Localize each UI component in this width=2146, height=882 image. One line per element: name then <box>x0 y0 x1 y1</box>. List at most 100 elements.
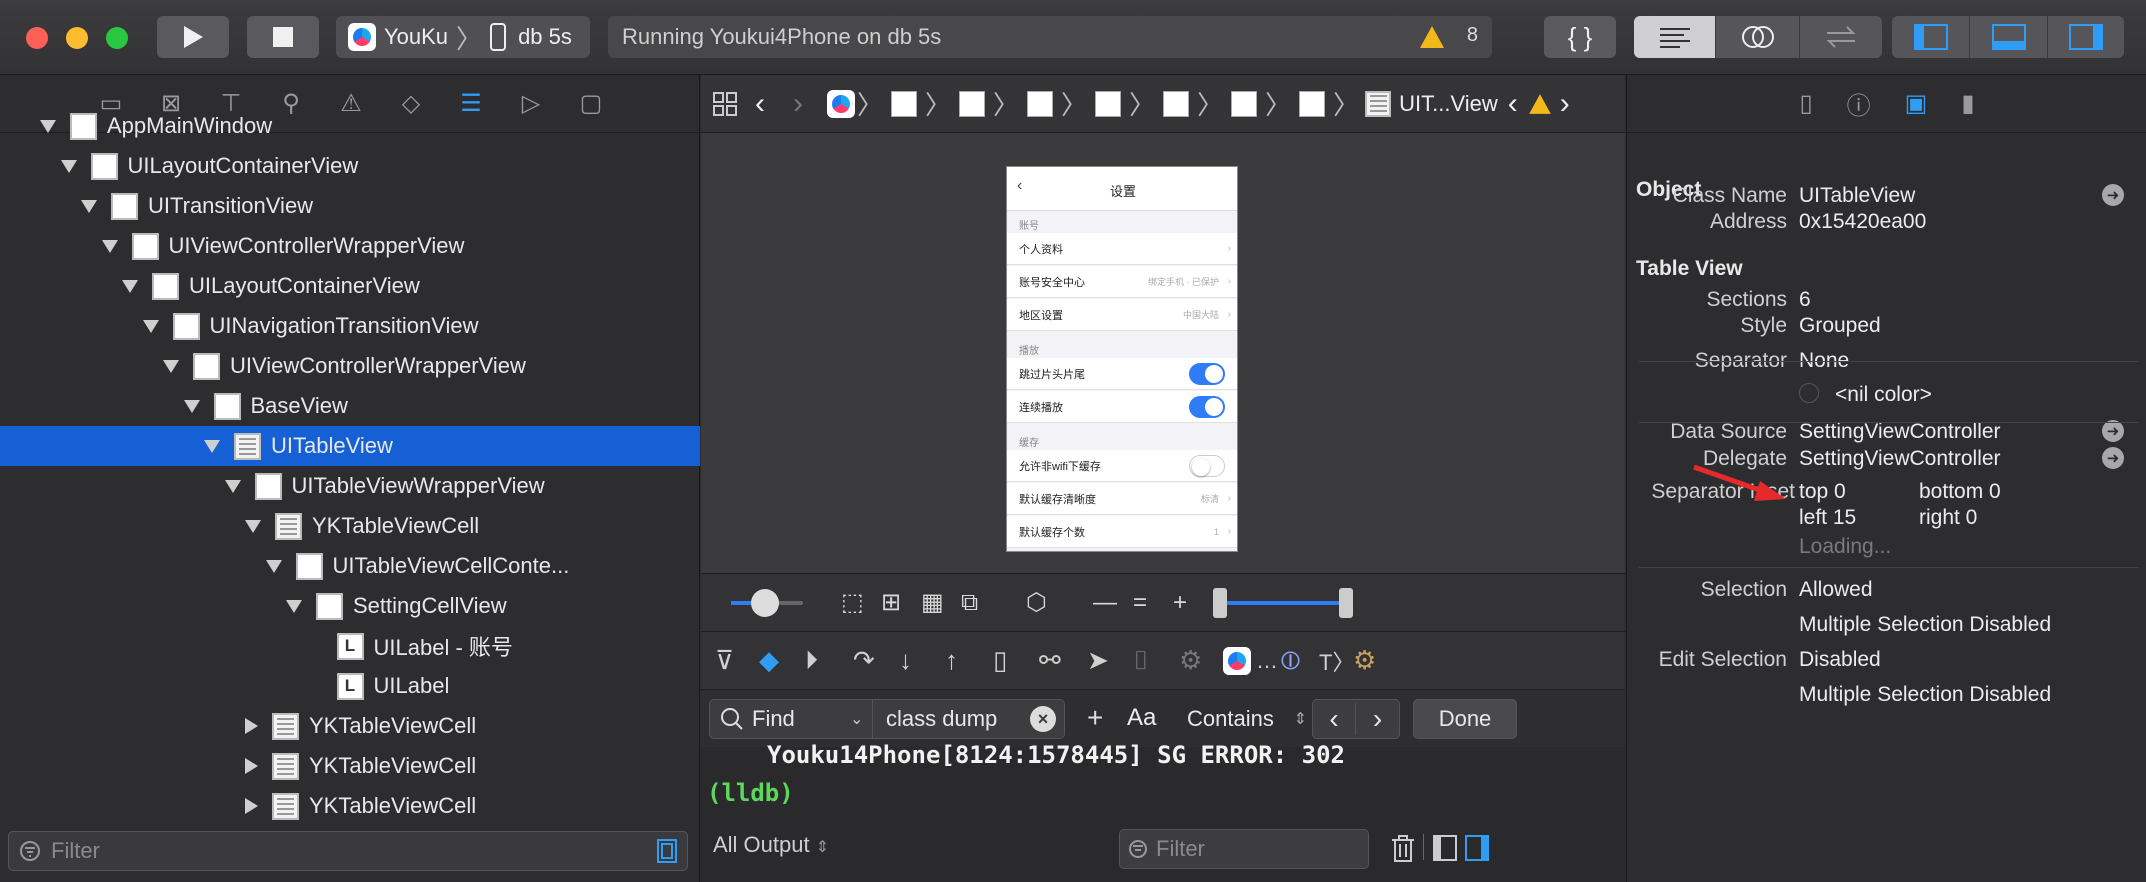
file-icon[interactable]: ▯ <box>1799 89 1812 118</box>
depth-range-slider[interactable] <box>1213 588 1353 618</box>
minimize-window-button[interactable] <box>66 27 88 49</box>
view-debugger-canvas[interactable]: ‹ 设置 账号 个人资料 › 账号安全中心 绑定手机 · 已保护 › 地区设置 中国大陆 › 播放… <box>701 133 1625 573</box>
back-arrow-icon[interactable]: ‹ <box>755 87 765 121</box>
range-max-handle[interactable] <box>1339 588 1353 618</box>
crumb-view-icon[interactable] <box>959 90 986 117</box>
datasource-go-arrow-icon[interactable]: ➜ <box>2102 420 2124 442</box>
tree-node[interactable]: YKTableViewCell <box>0 746 700 786</box>
navigator-filter-field[interactable]: Filter <box>8 831 688 871</box>
tree-node[interactable]: UITableViewCellConte... <box>0 546 700 586</box>
disclosure-open-icon[interactable] <box>101 239 118 253</box>
gear-icon[interactable]: ⚙ <box>1179 645 1202 676</box>
view-hierarchy-icon[interactable]: ▯ <box>993 645 1007 676</box>
close-window-button[interactable] <box>26 27 48 49</box>
spacing-slider-track[interactable] <box>731 589 803 617</box>
phone-settings-row[interactable]: 个人资料 › <box>1007 233 1237 265</box>
phone-settings-row[interactable]: 账号安全中心 绑定手机 · 已保护 › <box>1007 266 1237 298</box>
warning-count[interactable]: 8 <box>1467 24 1478 47</box>
help-icon[interactable]: ⓘ <box>1847 86 1871 121</box>
disclosure-closed-icon[interactable] <box>245 798 258 814</box>
lldb-prompt[interactable]: (lldb) <box>707 779 794 807</box>
location-icon[interactable]: ➤ <box>1087 645 1109 676</box>
find-field[interactable]: Find ⌄ class dump × <box>709 699 1065 739</box>
object-inspector-icon[interactable]: ▣ <box>1905 89 1928 118</box>
console-output[interactable]: Youku14Phone[8124:1578445] SG ERROR: 302… <box>701 741 1625 882</box>
console-filter-field[interactable]: Filter <box>1119 829 1369 869</box>
step-out-icon[interactable]: ↑ <box>945 645 958 676</box>
phone-settings-row[interactable]: 默认缓存清晰度 标清 › <box>1007 483 1237 515</box>
toggle-inspector-button[interactable] <box>2048 16 2124 58</box>
disclosure-open-icon[interactable] <box>122 279 138 293</box>
trash-icon[interactable] <box>1391 835 1415 863</box>
tree-node[interactable]: BaseView <box>0 386 700 426</box>
actual-size-icon[interactable]: = <box>1133 589 1147 617</box>
class-name-go-arrow-icon[interactable]: ➜ <box>2102 184 2124 206</box>
tree-node[interactable]: UILayoutContainerView <box>0 146 700 186</box>
tree-node[interactable]: UINavigationTransitionView <box>0 306 700 346</box>
version-editor-button[interactable] <box>1800 16 1882 58</box>
orient-3d-icon[interactable]: ⬡ <box>1026 588 1047 617</box>
crumb-view-icon[interactable] <box>1095 90 1122 117</box>
standard-editor-button[interactable] <box>1634 16 1716 58</box>
crumb-last-label[interactable]: UIT...View <box>1399 91 1498 117</box>
tree-node[interactable]: YKTableViewCell <box>0 706 700 746</box>
add-pattern-icon[interactable]: + <box>1087 702 1103 734</box>
phone-row-toggle[interactable] <box>1189 395 1225 418</box>
crumb-tableview-icon[interactable] <box>1365 90 1392 117</box>
continue-icon[interactable]: ⏵ <box>805 645 818 677</box>
disclosure-open-icon[interactable] <box>224 479 241 493</box>
crumb-view-icon[interactable] <box>1231 90 1258 117</box>
hide-debug-area-icon[interactable]: ⊽ <box>715 645 734 676</box>
phone-snapshot[interactable]: ‹ 设置 账号 个人资料 › 账号安全中心 绑定手机 · 已保护 › 地区设置 中国大陆 › 播放… <box>1006 166 1238 552</box>
toggle-debug-area-button[interactable] <box>1970 16 2048 58</box>
delegate-go-arrow-icon[interactable]: ➜ <box>2102 447 2124 469</box>
stop-button[interactable] <box>247 16 319 58</box>
show-variables-icon[interactable] <box>1433 835 1457 861</box>
disclosure-open-icon[interactable] <box>245 519 261 533</box>
find-query-text[interactable]: class dump <box>886 706 997 732</box>
find-previous-icon[interactable]: ‹ <box>1313 703 1357 735</box>
disclosure-open-icon[interactable] <box>204 439 220 453</box>
crumb-view-icon[interactable] <box>1027 90 1054 117</box>
phone-settings-row[interactable]: 允许非wifi下缓存 <box>1007 450 1237 482</box>
tree-node[interactable]: UITableView <box>0 426 700 466</box>
tree-node[interactable]: AppMainWindow <box>0 106 700 146</box>
process-app-icon[interactable] <box>1223 647 1251 675</box>
disclosure-open-icon[interactable] <box>142 319 159 333</box>
step-over-icon[interactable]: ↷ <box>853 645 875 676</box>
forward-arrow-icon[interactable]: › <box>793 87 803 121</box>
size-inspector-icon[interactable]: ▮ <box>1961 89 1974 118</box>
crumb-view-icon[interactable] <box>1163 90 1190 117</box>
hierarchy-filter-toggle-icon[interactable] <box>657 839 677 863</box>
scheme-selector[interactable]: YouKu 〉 db 5s <box>336 16 590 58</box>
disclosure-closed-icon[interactable] <box>245 758 258 774</box>
range-min-handle[interactable] <box>1213 588 1227 618</box>
camera-icon[interactable]: ⌷ <box>1133 645 1149 677</box>
zoom-out-icon[interactable]: — <box>1093 589 1117 617</box>
assistant-editor-button[interactable] <box>1716 16 1800 58</box>
prev-issue-icon[interactable]: ‹ <box>1508 87 1518 121</box>
tree-node[interactable]: UITransitionView <box>0 186 700 226</box>
show-constraints-icon[interactable]: ⊞ <box>881 588 901 617</box>
next-issue-icon[interactable]: › <box>1560 87 1570 121</box>
phone-settings-row[interactable]: 默认缓存个数 1 › <box>1007 516 1237 548</box>
output-selector[interactable]: All Output ⇕ <box>713 832 829 858</box>
tree-node[interactable]: SettingCellView <box>0 586 700 626</box>
thread-icon[interactable]: ⦶ <box>1281 645 1300 677</box>
queue-icon[interactable]: T〉 <box>1319 645 1354 677</box>
phone-row-toggle[interactable] <box>1189 454 1225 477</box>
library-braces-button[interactable]: { } <box>1544 16 1616 58</box>
frame-gear-icon[interactable]: ⚙ <box>1353 645 1376 676</box>
disclosure-open-icon[interactable] <box>40 119 56 133</box>
warning-icon[interactable] <box>1420 26 1444 48</box>
crumb-view-icon[interactable] <box>1299 90 1326 117</box>
find-mode-label[interactable]: Find <box>752 706 795 732</box>
show-clipped-icon[interactable]: ⬚ <box>841 588 864 617</box>
crumb-view-icon[interactable] <box>891 90 918 117</box>
phone-row-toggle[interactable] <box>1189 362 1225 385</box>
tree-node[interactable]: UITableViewWrapperView <box>0 466 700 506</box>
warning-icon[interactable] <box>1528 93 1551 114</box>
spacing-slider-thumb[interactable] <box>751 589 779 617</box>
wireframes-icon[interactable]: ⧉ <box>961 589 978 617</box>
ignore-case-button[interactable]: Aa <box>1127 704 1156 732</box>
